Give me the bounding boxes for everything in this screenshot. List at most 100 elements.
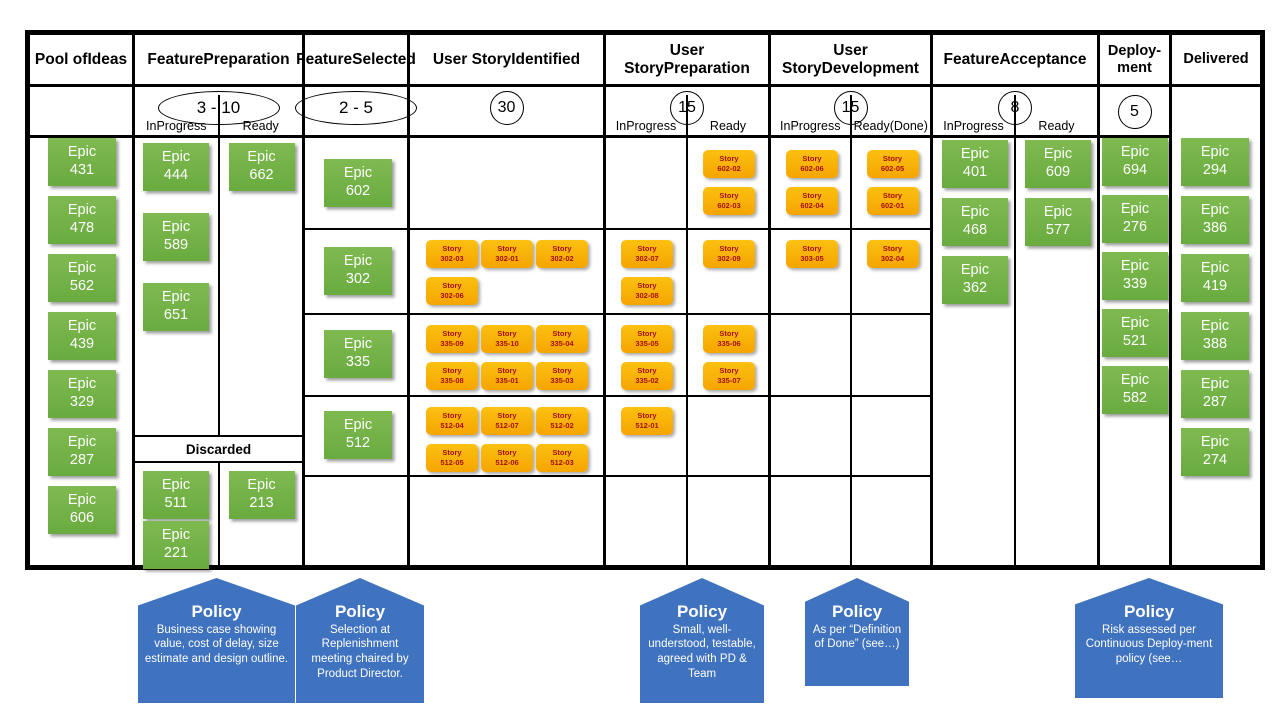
epic-card[interactable]: Epic 335 xyxy=(324,330,392,378)
story-card[interactable]: Story 302-04 xyxy=(866,240,919,268)
story-card[interactable]: Story 302-02 xyxy=(536,240,588,268)
epic-card[interactable]: Epic 582 xyxy=(1102,366,1168,414)
story-card[interactable]: Story 302-09 xyxy=(703,240,755,268)
story-card[interactable]: Story 302-08 xyxy=(621,277,673,305)
epic-card[interactable]: Epic 287 xyxy=(48,428,116,476)
story-card[interactable]: Story 602-04 xyxy=(786,187,838,215)
story-card[interactable]: Story 335-06 xyxy=(703,325,755,353)
lane-ready: Epic 662 Epic 213 xyxy=(217,138,303,565)
epic-card[interactable]: Epic 339 xyxy=(1102,252,1168,300)
swimlane-divider xyxy=(688,395,768,397)
epic-card[interactable]: Epic 431 xyxy=(48,138,116,186)
lane-ready: Epic 609 Epic 577 xyxy=(1014,138,1097,565)
epic-card[interactable]: Epic 386 xyxy=(1181,196,1249,244)
swimlane-divider xyxy=(771,565,850,567)
column-body-deployment: Epic 694 Epic 276 Epic 339 Epic 521 Epic 582 xyxy=(1100,138,1169,565)
story-card[interactable]: Story 335-10 xyxy=(481,325,533,353)
wip-band-feature-selected: 2 - 5 xyxy=(295,87,417,138)
epic-card[interactable]: Epic 302 xyxy=(324,247,392,295)
epic-card[interactable]: Epic 694 xyxy=(1102,138,1168,186)
story-card[interactable]: Story 302-07 xyxy=(621,240,673,268)
epic-card[interactable]: Epic 511 xyxy=(143,471,209,519)
story-card[interactable]: Story 335-03 xyxy=(536,362,588,390)
epic-card[interactable]: Epic 478 xyxy=(48,196,116,244)
epic-card[interactable]: Epic 589 xyxy=(143,213,209,261)
story-card[interactable]: Story 335-04 xyxy=(536,325,588,353)
epic-card[interactable]: Epic 521 xyxy=(1102,309,1168,357)
column-body-user-story-development: Story 602-06 Story 602-04 Story 303-05 Story 60… xyxy=(771,138,930,567)
policy-deployment[interactable]: Policy Risk assessed per Continuous Deplo… xyxy=(1075,578,1223,698)
epic-card[interactable]: Epic 602 xyxy=(324,159,392,207)
story-card[interactable]: Story 302-01 xyxy=(481,240,533,268)
swimlane-divider xyxy=(851,228,930,230)
story-card[interactable]: Story 602-03 xyxy=(703,187,755,215)
story-card[interactable]: Story 512-01 xyxy=(621,407,673,435)
epic-card[interactable]: Epic 651 xyxy=(143,283,209,331)
story-card[interactable]: Story 335-01 xyxy=(481,362,533,390)
epic-card[interactable]: Epic 388 xyxy=(1181,312,1249,360)
column-header-user-story-preparation: User StoryPreparation xyxy=(606,35,768,87)
policy-user-story-development[interactable]: Policy As per “Definition of Done” (see…) xyxy=(805,578,909,686)
epic-card[interactable]: Epic 609 xyxy=(1025,140,1091,188)
epic-card[interactable]: Epic 439 xyxy=(48,312,116,360)
column-user-story-development: User StoryDevelopment 15 InProgress Ready(D… xyxy=(771,35,933,567)
swimlane-divider xyxy=(305,228,407,230)
epic-card[interactable]: Epic 444 xyxy=(143,143,209,191)
column-user-story-identified: User StoryIdentified 30 Story 302-03 Story 30… xyxy=(410,35,606,567)
column-feature-acceptance: FeatureAcceptance 8 InProgress Ready Epic 401… xyxy=(933,35,1100,565)
swimlane-divider xyxy=(688,313,768,315)
swimlane-divider xyxy=(688,565,768,567)
story-card[interactable]: Story 335-08 xyxy=(426,362,478,390)
epic-card[interactable]: Epic 362 xyxy=(942,256,1008,304)
story-card[interactable]: Story 512-07 xyxy=(481,407,533,435)
column-header-delivered: Delivered xyxy=(1172,35,1260,87)
epic-card[interactable]: Epic 662 xyxy=(228,143,295,191)
epic-card[interactable]: Epic 294 xyxy=(1181,138,1249,186)
story-card[interactable]: Story 335-09 xyxy=(426,325,478,353)
wip-limit-feature-selected: 2 - 5 xyxy=(295,91,417,125)
story-card[interactable]: Story 602-02 xyxy=(703,150,755,178)
column-body-user-story-preparation: Story 302-07 Story 302-08 Story 335-05 Story 33… xyxy=(606,138,768,567)
story-card[interactable]: Story 335-07 xyxy=(703,362,755,390)
epic-card[interactable]: Epic 606 xyxy=(48,486,116,534)
column-deployment: Deploy-ment 5 Epic 694 Epic 276 Epic 339 Epic 521… xyxy=(1100,35,1172,565)
epic-card[interactable]: Epic 287 xyxy=(1181,370,1249,418)
story-card[interactable]: Story 303-05 xyxy=(786,240,838,268)
epic-card[interactable]: Epic 562 xyxy=(48,254,116,302)
swimlane-divider xyxy=(688,475,768,477)
story-card[interactable]: Story 512-02 xyxy=(536,407,588,435)
column-header-feature-acceptance: FeatureAcceptance xyxy=(933,35,1097,87)
column-user-story-preparation: User StoryPreparation 15 InProgress Ready St… xyxy=(606,35,771,567)
policy-user-story-preparation[interactable]: Policy Small, well-understood, testable, … xyxy=(640,578,764,703)
story-card[interactable]: Story 602-06 xyxy=(786,150,838,178)
story-card[interactable]: Story 335-05 xyxy=(621,325,673,353)
column-body-user-story-identified: Story 302-03 Story 302-01 Story 302-02 Story 30… xyxy=(410,138,603,567)
story-card[interactable]: Story 512-04 xyxy=(426,407,478,435)
epic-card[interactable]: Epic 577 xyxy=(1025,198,1091,246)
column-delivered: Delivered Epic 294 Epic 386 Epic 419 Epic 388 Epi… xyxy=(1172,35,1260,565)
epic-card[interactable]: Epic 468 xyxy=(942,198,1008,246)
epic-card[interactable]: Epic 274 xyxy=(1181,428,1249,476)
epic-card[interactable]: Epic 221 xyxy=(143,521,209,569)
epic-card[interactable]: Epic 276 xyxy=(1102,195,1168,243)
story-card[interactable]: Story 512-03 xyxy=(536,444,588,472)
wip-limit-deployment: 5 xyxy=(1117,95,1152,129)
swimlane-divider xyxy=(410,395,603,397)
story-card[interactable]: Story 302-06 xyxy=(426,277,478,305)
policy-feature-selected[interactable]: Policy Selection at Replenishment meeting… xyxy=(296,578,424,703)
epic-card[interactable]: Epic 512 xyxy=(324,411,392,459)
story-card[interactable]: Story 602-05 xyxy=(866,150,919,178)
epic-card[interactable]: Epic 329 xyxy=(48,370,116,418)
column-header-pool-of-ideas: Pool ofIdeas xyxy=(30,35,132,87)
story-card[interactable]: Story 512-05 xyxy=(426,444,478,472)
epic-card[interactable]: Epic 401 xyxy=(942,140,1008,188)
story-card[interactable]: Story 602-01 xyxy=(866,187,919,215)
story-card[interactable]: Story 302-03 xyxy=(426,240,478,268)
policy-title: Policy xyxy=(1123,602,1175,621)
epic-card[interactable]: Epic 419 xyxy=(1181,254,1249,302)
story-card[interactable]: Story 335-02 xyxy=(621,362,673,390)
story-card[interactable]: Story 512-06 xyxy=(481,444,533,472)
wip-band-pool-of-ideas xyxy=(30,87,132,138)
policy-feature-preparation[interactable]: Policy Business case showing value, cost … xyxy=(138,578,295,703)
epic-card[interactable]: Epic 213 xyxy=(228,471,295,519)
